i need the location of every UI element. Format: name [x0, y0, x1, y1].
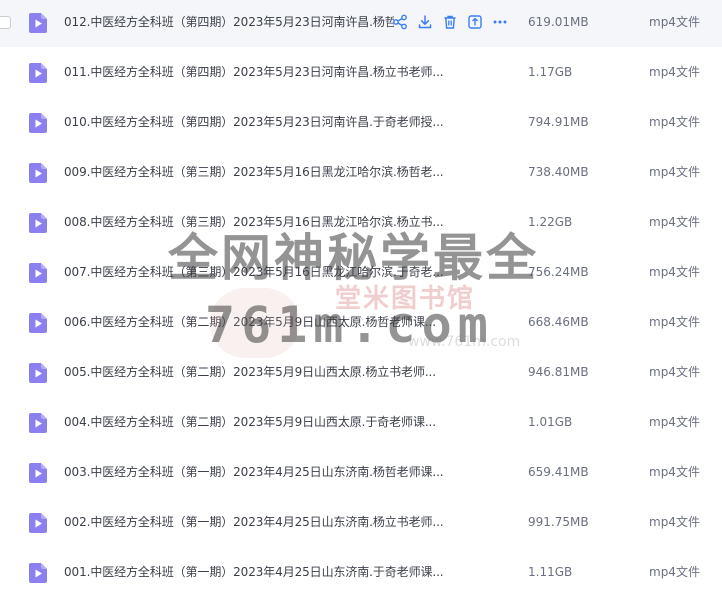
- video-file-icon: [29, 213, 47, 233]
- file-row[interactable]: 011.中医经方全科班（第四期）2023年5月23日河南许昌.杨立书老师... 1…: [0, 47, 722, 97]
- file-row[interactable]: 005.中医经方全科班（第二期）2023年5月9日山西太原.杨立书老师... 94…: [0, 347, 722, 397]
- video-file-icon: [29, 513, 47, 533]
- file-size: 1.11GB: [528, 565, 573, 579]
- file-type: mp4文件: [649, 465, 700, 479]
- more-info-icon[interactable]: [467, 14, 483, 30]
- video-file-icon: [29, 63, 47, 83]
- file-name[interactable]: 002.中医经方全科班（第一期）2023年4月25日山东济南.杨立书老师...: [64, 514, 444, 530]
- file-type: mp4文件: [649, 215, 700, 229]
- file-row[interactable]: 007.中医经方全科班（第三期）2023年5月16日黑龙江哈尔滨.于奇老... 7…: [0, 247, 722, 297]
- file-name[interactable]: 005.中医经方全科班（第二期）2023年5月9日山西太原.杨立书老师...: [64, 364, 444, 380]
- video-file-icon: [29, 163, 47, 183]
- row-actions: [392, 14, 508, 30]
- video-file-icon: [29, 563, 47, 583]
- file-size: 1.17GB: [528, 65, 573, 79]
- video-file-icon: [29, 413, 47, 433]
- more-icon[interactable]: [492, 14, 508, 30]
- row-checkbox[interactable]: [0, 16, 11, 29]
- file-row[interactable]: 012.中医经方全科班（第四期）2023年5月23日河南许昌.杨哲 619.01M…: [0, 0, 722, 47]
- file-size: 756.24MB: [528, 265, 589, 279]
- file-row[interactable]: 006.中医经方全科班（第二期）2023年5月9日山西太原.杨哲老师课... 66…: [0, 297, 722, 347]
- file-type: mp4文件: [649, 315, 700, 329]
- video-file-icon: [29, 13, 47, 33]
- share-icon[interactable]: [392, 14, 408, 30]
- download-icon[interactable]: [417, 14, 433, 30]
- file-size: 991.75MB: [528, 515, 589, 529]
- file-size: 659.41MB: [528, 465, 589, 479]
- file-type: mp4文件: [649, 415, 700, 429]
- file-type: mp4文件: [649, 115, 700, 129]
- file-row[interactable]: 008.中医经方全科班（第三期）2023年5月16日黑龙江哈尔滨.杨立书... 1…: [0, 197, 722, 247]
- file-row[interactable]: 002.中医经方全科班（第一期）2023年4月25日山东济南.杨立书老师... 9…: [0, 497, 722, 547]
- video-file-icon: [29, 363, 47, 383]
- file-type: mp4文件: [649, 15, 700, 29]
- file-size: 1.22GB: [528, 215, 573, 229]
- file-name[interactable]: 010.中医经方全科班（第四期）2023年5月23日河南许昌.于奇老师授...: [64, 114, 444, 130]
- file-list: 012.中医经方全科班（第四期）2023年5月23日河南许昌.杨哲 619.01M…: [0, 0, 722, 596]
- file-name[interactable]: 009.中医经方全科班（第三期）2023年5月16日黑龙江哈尔滨.杨哲老...: [64, 164, 444, 180]
- file-size: 794.91MB: [528, 115, 589, 129]
- file-type: mp4文件: [649, 265, 700, 279]
- delete-icon[interactable]: [442, 14, 458, 30]
- file-row[interactable]: 001.中医经方全科班（第一期）2023年4月25日山东济南.于奇老师课... 1…: [0, 547, 722, 596]
- file-row[interactable]: 003.中医经方全科班（第一期）2023年4月25日山东济南.杨哲老师课... 6…: [0, 447, 722, 497]
- file-row[interactable]: 004.中医经方全科班（第二期）2023年5月9日山西太原.于奇老师课... 1.…: [0, 397, 722, 447]
- file-name[interactable]: 012.中医经方全科班（第四期）2023年5月23日河南许昌.杨哲: [64, 14, 394, 30]
- file-size: 619.01MB: [528, 15, 589, 29]
- file-type: mp4文件: [649, 365, 700, 379]
- video-file-icon: [29, 313, 47, 333]
- file-name[interactable]: 011.中医经方全科班（第四期）2023年5月23日河南许昌.杨立书老师...: [64, 64, 444, 80]
- file-name[interactable]: 003.中医经方全科班（第一期）2023年4月25日山东济南.杨哲老师课...: [64, 464, 444, 480]
- file-name[interactable]: 001.中医经方全科班（第一期）2023年4月25日山东济南.于奇老师课...: [64, 564, 444, 580]
- file-row[interactable]: 010.中医经方全科班（第四期）2023年5月23日河南许昌.于奇老师授... 7…: [0, 97, 722, 147]
- file-type: mp4文件: [649, 565, 700, 579]
- file-type: mp4文件: [649, 165, 700, 179]
- file-size: 946.81MB: [528, 365, 589, 379]
- file-name[interactable]: 004.中医经方全科班（第二期）2023年5月9日山西太原.于奇老师课...: [64, 414, 444, 430]
- file-size: 1.01GB: [528, 415, 573, 429]
- file-type: mp4文件: [649, 65, 700, 79]
- video-file-icon: [29, 463, 47, 483]
- file-name[interactable]: 008.中医经方全科班（第三期）2023年5月16日黑龙江哈尔滨.杨立书...: [64, 214, 444, 230]
- file-row[interactable]: 009.中医经方全科班（第三期）2023年5月16日黑龙江哈尔滨.杨哲老... 7…: [0, 147, 722, 197]
- file-type: mp4文件: [649, 515, 700, 529]
- file-name[interactable]: 006.中医经方全科班（第二期）2023年5月9日山西太原.杨哲老师课...: [64, 314, 444, 330]
- file-size: 668.46MB: [528, 315, 589, 329]
- video-file-icon: [29, 263, 47, 283]
- file-name[interactable]: 007.中医经方全科班（第三期）2023年5月16日黑龙江哈尔滨.于奇老...: [64, 264, 444, 280]
- file-size: 738.40MB: [528, 165, 589, 179]
- video-file-icon: [29, 113, 47, 133]
